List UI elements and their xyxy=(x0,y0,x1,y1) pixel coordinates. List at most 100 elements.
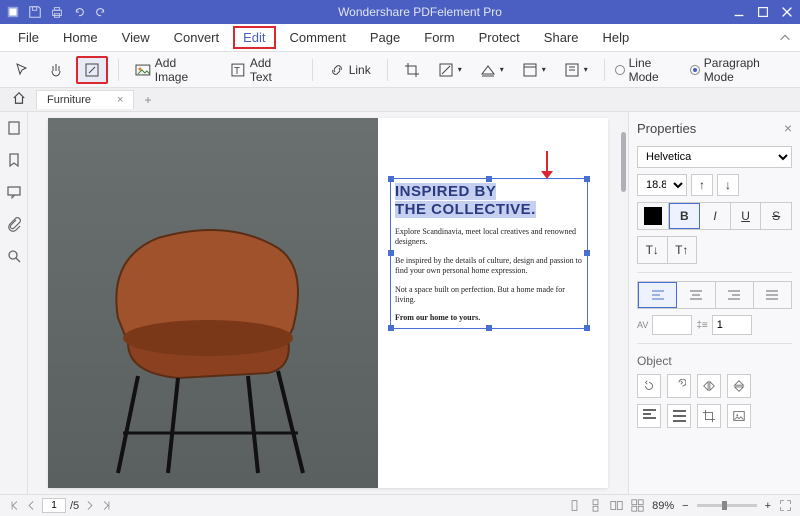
heading-text[interactable]: INSPIRED BY THE COLLECTIVE. xyxy=(395,183,583,219)
watermark-tool[interactable]: ▾ xyxy=(432,58,468,82)
menu-view[interactable]: View xyxy=(112,26,160,49)
paragraph-mode-radio[interactable]: Paragraph Mode xyxy=(690,56,792,84)
align-objects-left-button[interactable] xyxy=(637,404,661,428)
char-spacing-input[interactable] xyxy=(652,315,692,335)
bold-button[interactable]: B xyxy=(669,203,701,229)
subscript-button[interactable]: ↓ xyxy=(717,174,739,196)
two-page-view-icon[interactable] xyxy=(610,499,623,512)
home-tab-icon[interactable] xyxy=(6,89,32,110)
edit-object-tool[interactable] xyxy=(76,56,108,84)
document-area[interactable]: INSPIRED BY THE COLLECTIVE. Explore Scan… xyxy=(28,112,628,494)
bates-tool[interactable]: ▾ xyxy=(558,58,594,82)
align-row xyxy=(637,281,792,309)
link-button[interactable]: Link xyxy=(323,58,377,82)
last-page-icon[interactable] xyxy=(100,499,113,512)
larger-case-button[interactable]: T↑ xyxy=(668,237,697,263)
print-icon[interactable] xyxy=(50,5,64,19)
zoom-in-button[interactable]: + xyxy=(765,500,771,512)
document-tab[interactable]: Furniture × xyxy=(36,90,134,109)
toolbar: Add Image T Add Text Link ▾ ▾ ▾ ▾ Line M… xyxy=(0,52,800,88)
line-mode-radio[interactable]: Line Mode xyxy=(615,56,684,84)
text-color-button[interactable] xyxy=(638,203,669,229)
menu-form[interactable]: Form xyxy=(414,26,464,49)
left-sidebar xyxy=(0,112,28,494)
tab-close-icon[interactable]: × xyxy=(117,94,123,106)
background-tool[interactable]: ▾ xyxy=(474,58,510,82)
crop-object-button[interactable] xyxy=(697,404,721,428)
smaller-case-button[interactable]: T↓ xyxy=(638,237,668,263)
line-spacing-input[interactable] xyxy=(712,315,752,335)
align-right-button[interactable] xyxy=(716,282,754,308)
menu-convert[interactable]: Convert xyxy=(164,26,230,49)
menubar: File Home View Convert Edit Comment Page… xyxy=(0,24,800,52)
object-section-label: Object xyxy=(637,354,792,368)
paragraph-1[interactable]: Explore Scandinavia, meet local creative… xyxy=(395,227,583,248)
vertical-scrollbar[interactable] xyxy=(621,132,626,192)
collapse-ribbon-icon[interactable] xyxy=(778,31,792,45)
menu-comment[interactable]: Comment xyxy=(280,26,356,49)
select-tool[interactable] xyxy=(8,58,36,82)
paragraph-mode-label: Paragraph Mode xyxy=(704,56,792,84)
continuous-view-icon[interactable] xyxy=(589,499,602,512)
page-number-input[interactable] xyxy=(42,498,66,513)
two-page-continuous-icon[interactable] xyxy=(631,499,644,512)
font-size-select[interactable]: 18.8 xyxy=(637,174,687,196)
link-label: Link xyxy=(349,63,371,77)
first-page-icon[interactable] xyxy=(8,499,21,512)
page-canvas: INSPIRED BY THE COLLECTIVE. Explore Scan… xyxy=(48,118,608,488)
paragraph-2[interactable]: Be inspired by the details of culture, d… xyxy=(395,256,583,277)
align-center-button[interactable] xyxy=(677,282,715,308)
superscript-button[interactable]: ↑ xyxy=(691,174,713,196)
zoom-slider[interactable] xyxy=(697,504,757,507)
flip-horizontal-button[interactable] xyxy=(697,374,721,398)
add-image-label: Add Image xyxy=(155,56,212,84)
font-family-select[interactable]: Helvetica xyxy=(637,146,792,168)
next-page-icon[interactable] xyxy=(83,499,96,512)
distribute-button[interactable] xyxy=(667,404,691,428)
header-footer-tool[interactable]: ▾ xyxy=(516,58,552,82)
menu-help[interactable]: Help xyxy=(593,26,640,49)
close-icon[interactable] xyxy=(780,5,794,19)
hand-tool[interactable] xyxy=(42,58,70,82)
thumbnails-icon[interactable] xyxy=(6,120,22,136)
menu-protect[interactable]: Protect xyxy=(469,26,530,49)
minimize-icon[interactable] xyxy=(732,5,746,19)
align-justify-button[interactable] xyxy=(754,282,791,308)
menu-page[interactable]: Page xyxy=(360,26,410,49)
rotate-ccw-button[interactable] xyxy=(637,374,661,398)
align-left-button[interactable] xyxy=(638,282,677,308)
undo-icon[interactable] xyxy=(72,5,86,19)
bookmarks-icon[interactable] xyxy=(6,152,22,168)
redo-icon[interactable] xyxy=(94,5,108,19)
menu-share[interactable]: Share xyxy=(534,26,589,49)
rotate-cw-button[interactable] xyxy=(667,374,691,398)
menu-edit[interactable]: Edit xyxy=(233,26,275,49)
line-spacing-label: ‡≡ xyxy=(696,320,707,331)
add-text-button[interactable]: T Add Text xyxy=(224,52,302,88)
replace-image-button[interactable] xyxy=(727,404,751,428)
paragraph-4[interactable]: From our home to yours. xyxy=(395,313,583,323)
zoom-out-button[interactable]: − xyxy=(682,500,688,512)
strikethrough-button[interactable]: S xyxy=(761,203,791,229)
menu-file[interactable]: File xyxy=(8,26,49,49)
fullscreen-icon[interactable] xyxy=(779,499,792,512)
italic-button[interactable]: I xyxy=(700,203,731,229)
single-page-view-icon[interactable] xyxy=(568,499,581,512)
close-panel-icon[interactable]: × xyxy=(784,120,792,136)
attachments-icon[interactable] xyxy=(6,216,22,232)
save-icon[interactable] xyxy=(28,5,42,19)
svg-text:T: T xyxy=(234,65,240,76)
maximize-icon[interactable] xyxy=(756,5,770,19)
comments-icon[interactable] xyxy=(6,184,22,200)
paragraph-3[interactable]: Not a space built on perfection. But a h… xyxy=(395,285,583,306)
add-image-button[interactable]: Add Image xyxy=(129,52,218,88)
crop-tool[interactable] xyxy=(398,58,426,82)
search-icon[interactable] xyxy=(6,248,22,264)
menu-home[interactable]: Home xyxy=(53,26,108,49)
prev-page-icon[interactable] xyxy=(25,499,38,512)
flip-vertical-button[interactable] xyxy=(727,374,751,398)
selected-text-box[interactable]: INSPIRED BY THE COLLECTIVE. Explore Scan… xyxy=(390,178,588,329)
new-tab-button[interactable]: + xyxy=(138,91,157,109)
app-logo-icon xyxy=(6,5,20,19)
underline-button[interactable]: U xyxy=(731,203,762,229)
